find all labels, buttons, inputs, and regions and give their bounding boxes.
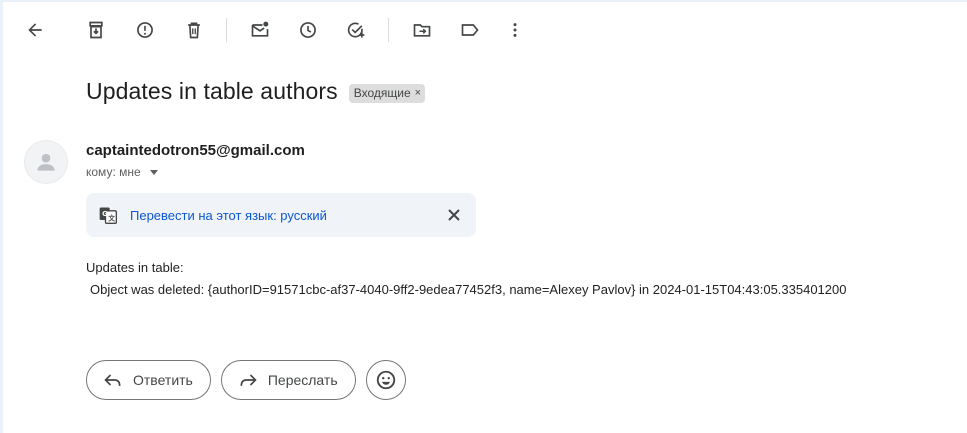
emoji-icon	[376, 370, 395, 390]
avatar[interactable]	[24, 140, 68, 184]
body-line: Object was deleted: {authorID=91571cbc-a…	[90, 282, 847, 297]
svg-text:G: G	[102, 210, 107, 218]
label-chip-inbox[interactable]: Входящие ×	[348, 83, 426, 103]
recipient-text: кому: мне	[86, 165, 141, 179]
mark-unread-icon[interactable]	[240, 10, 280, 50]
translate-link[interactable]: Перевести на этот язык: русский	[130, 208, 327, 223]
back-arrow-icon[interactable]	[15, 10, 55, 50]
toolbar-divider	[388, 18, 389, 42]
toolbar	[3, 10, 967, 50]
person-icon	[37, 153, 55, 171]
recipient-line: кому: мне	[86, 165, 158, 179]
email-view: Updates in table authors Входящие × capt…	[0, 0, 967, 433]
chevron-down-icon[interactable]	[149, 169, 158, 175]
reply-icon	[104, 374, 121, 386]
label-chip-text: Входящие	[353, 85, 411, 100]
delete-icon[interactable]	[174, 10, 214, 50]
translate-banner: G 文 Перевести на этот язык: русский	[86, 193, 476, 237]
add-to-tasks-icon[interactable]	[336, 10, 376, 50]
more-vert-icon[interactable]	[495, 10, 535, 50]
translate-icon: G 文	[99, 207, 117, 224]
snooze-icon[interactable]	[288, 10, 328, 50]
forward-label: Переслать	[267, 372, 338, 388]
report-spam-icon[interactable]	[125, 10, 165, 50]
svg-text:文: 文	[108, 213, 115, 222]
email-subject: Updates in table authors	[86, 78, 338, 104]
sender-email[interactable]: captaintedotron55@gmail.com	[86, 142, 305, 159]
email-body: Updates in table: Object was deleted: {a…	[86, 257, 846, 301]
move-to-icon[interactable]	[402, 10, 442, 50]
forward-icon	[240, 374, 257, 386]
subject-row: Updates in table authors Входящие ×	[86, 78, 426, 105]
reply-label: Ответить	[133, 372, 193, 388]
forward-button[interactable]: Переслать	[220, 360, 356, 400]
archive-icon[interactable]	[76, 10, 116, 50]
label-icon[interactable]	[450, 10, 490, 50]
emoji-reaction-button[interactable]	[365, 360, 406, 400]
body-line: Updates in table:	[86, 260, 184, 275]
reply-button[interactable]: Ответить	[86, 360, 211, 400]
toolbar-divider	[226, 18, 227, 42]
close-icon[interactable]	[444, 205, 464, 225]
chip-close-icon[interactable]: ×	[415, 87, 421, 99]
action-buttons: Ответить Переслать	[86, 360, 406, 400]
